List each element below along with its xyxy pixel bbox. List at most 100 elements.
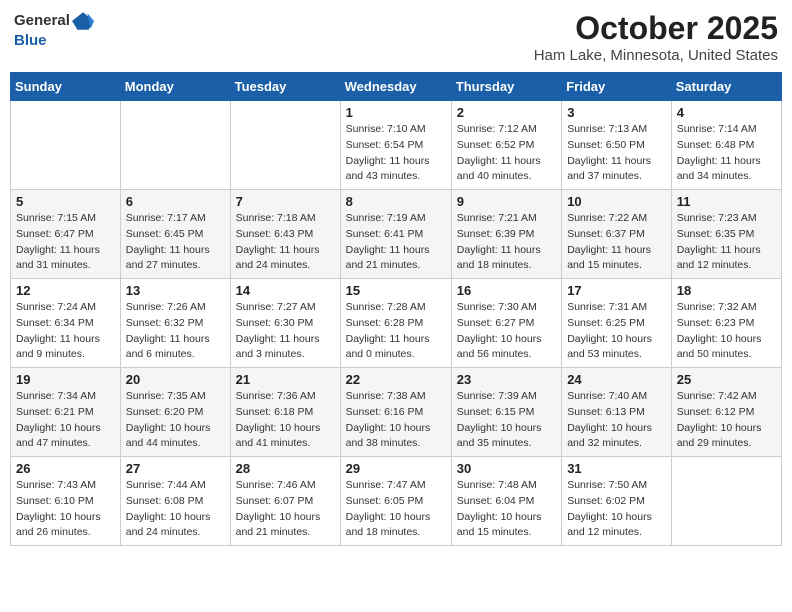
calendar-cell: 16Sunrise: 7:30 AMSunset: 6:27 PMDayligh… xyxy=(451,279,561,368)
calendar-week-row: 1 Sunrise: 7:10 AMSunset: 6:54 PMDaylight… xyxy=(11,101,782,190)
day-number: 21 xyxy=(236,372,335,387)
logo-block: General Blue xyxy=(14,10,94,50)
calendar-cell: 10 Sunrise: 7:22 AMSunset: 6:37 PMDayligh… xyxy=(562,190,672,279)
day-info: Sunrise: 7:40 AMSunset: 6:13 PMDaylight:… xyxy=(567,389,666,452)
calendar-subtitle: Ham Lake, Minnesota, United States xyxy=(534,47,778,64)
day-info: Sunrise: 7:22 AMSunset: 6:37 PMDaylight:… xyxy=(567,211,666,274)
day-number: 15 xyxy=(346,283,446,298)
day-info: Sunrise: 7:18 AMSunset: 6:43 PMDaylight:… xyxy=(236,211,335,274)
weekday-header-friday: Friday xyxy=(562,73,672,101)
day-info: Sunrise: 7:23 AMSunset: 6:35 PMDaylight:… xyxy=(677,211,776,274)
day-number: 24 xyxy=(567,372,666,387)
calendar-cell: 11 Sunrise: 7:23 AMSunset: 6:35 PMDayligh… xyxy=(671,190,781,279)
day-number: 31 xyxy=(567,461,666,476)
calendar-cell: 28 Sunrise: 7:46 AMSunset: 6:07 PMDayligh… xyxy=(230,457,340,546)
weekday-header-thursday: Thursday xyxy=(451,73,561,101)
day-number: 5 xyxy=(16,194,115,209)
calendar-cell xyxy=(120,101,230,190)
calendar-cell: 4 Sunrise: 7:14 AMSunset: 6:48 PMDaylight… xyxy=(671,101,781,190)
calendar-cell: 19 Sunrise: 7:34 AMSunset: 6:21 PMDayligh… xyxy=(11,368,121,457)
calendar-cell: 8Sunrise: 7:19 AMSunset: 6:41 PMDaylight… xyxy=(340,190,451,279)
calendar-cell: 14 Sunrise: 7:27 AMSunset: 6:30 PMDayligh… xyxy=(230,279,340,368)
calendar-title: October 2025 xyxy=(534,10,778,47)
day-info: Sunrise: 7:31 AMSunset: 6:25 PMDaylight:… xyxy=(567,300,666,363)
day-info: Sunrise: 7:34 AMSunset: 6:21 PMDaylight:… xyxy=(16,389,115,452)
day-info: Sunrise: 7:44 AMSunset: 6:08 PMDaylight:… xyxy=(126,478,225,541)
calendar-cell xyxy=(11,101,121,190)
day-info: Sunrise: 7:47 AMSunset: 6:05 PMDaylight:… xyxy=(346,478,446,541)
day-number: 28 xyxy=(236,461,335,476)
day-number: 1 xyxy=(346,105,446,120)
day-info: Sunrise: 7:50 AMSunset: 6:02 PMDaylight:… xyxy=(567,478,666,541)
day-info: Sunrise: 7:26 AMSunset: 6:32 PMDaylight:… xyxy=(126,300,225,363)
day-info: Sunrise: 7:21 AMSunset: 6:39 PMDaylight:… xyxy=(457,211,556,274)
day-info: Sunrise: 7:10 AMSunset: 6:54 PMDaylight:… xyxy=(346,122,446,185)
day-number: 11 xyxy=(677,194,776,209)
day-info: Sunrise: 7:27 AMSunset: 6:30 PMDaylight:… xyxy=(236,300,335,363)
day-number: 20 xyxy=(126,372,225,387)
day-number: 12 xyxy=(16,283,115,298)
calendar-cell: 5 Sunrise: 7:15 AMSunset: 6:47 PMDaylight… xyxy=(11,190,121,279)
day-info: Sunrise: 7:43 AMSunset: 6:10 PMDaylight:… xyxy=(16,478,115,541)
day-info: Sunrise: 7:35 AMSunset: 6:20 PMDaylight:… xyxy=(126,389,225,452)
calendar-cell: 29 Sunrise: 7:47 AMSunset: 6:05 PMDayligh… xyxy=(340,457,451,546)
weekday-header-monday: Monday xyxy=(120,73,230,101)
calendar-cell: 13 Sunrise: 7:26 AMSunset: 6:32 PMDayligh… xyxy=(120,279,230,368)
calendar-week-row: 19 Sunrise: 7:34 AMSunset: 6:21 PMDayligh… xyxy=(11,368,782,457)
day-info: Sunrise: 7:24 AMSunset: 6:34 PMDaylight:… xyxy=(16,300,115,363)
day-number: 13 xyxy=(126,283,225,298)
day-number: 10 xyxy=(567,194,666,209)
calendar-cell: 17 Sunrise: 7:31 AMSunset: 6:25 PMDayligh… xyxy=(562,279,672,368)
day-number: 4 xyxy=(677,105,776,120)
calendar-cell: 15 Sunrise: 7:28 AMSunset: 6:28 PMDayligh… xyxy=(340,279,451,368)
calendar-cell xyxy=(671,457,781,546)
calendar-cell: 31 Sunrise: 7:50 AMSunset: 6:02 PMDayligh… xyxy=(562,457,672,546)
day-number: 9 xyxy=(457,194,556,209)
logo-general: General xyxy=(14,12,70,29)
calendar-cell: 21 Sunrise: 7:36 AMSunset: 6:18 PMDayligh… xyxy=(230,368,340,457)
day-number: 14 xyxy=(236,283,335,298)
day-info: Sunrise: 7:48 AMSunset: 6:04 PMDaylight:… xyxy=(457,478,556,541)
day-number: 8 xyxy=(346,194,446,209)
day-number: 27 xyxy=(126,461,225,476)
calendar-cell: 18Sunrise: 7:32 AMSunset: 6:23 PMDayligh… xyxy=(671,279,781,368)
logo: General Blue xyxy=(14,10,94,50)
weekday-header-wednesday: Wednesday xyxy=(340,73,451,101)
page-header: General Blue October 2025 Ham Lake, Minn… xyxy=(10,10,782,64)
day-info: Sunrise: 7:38 AMSunset: 6:16 PMDaylight:… xyxy=(346,389,446,452)
day-info: Sunrise: 7:42 AMSunset: 6:12 PMDaylight:… xyxy=(677,389,776,452)
calendar-cell: 9 Sunrise: 7:21 AMSunset: 6:39 PMDaylight… xyxy=(451,190,561,279)
day-number: 19 xyxy=(16,372,115,387)
day-number: 25 xyxy=(677,372,776,387)
logo-blue-text: Blue xyxy=(14,32,94,50)
calendar-cell: 27 Sunrise: 7:44 AMSunset: 6:08 PMDayligh… xyxy=(120,457,230,546)
day-number: 29 xyxy=(346,461,446,476)
day-info: Sunrise: 7:39 AMSunset: 6:15 PMDaylight:… xyxy=(457,389,556,452)
day-info: Sunrise: 7:46 AMSunset: 6:07 PMDaylight:… xyxy=(236,478,335,541)
calendar-cell: 1 Sunrise: 7:10 AMSunset: 6:54 PMDaylight… xyxy=(340,101,451,190)
day-number: 2 xyxy=(457,105,556,120)
calendar-cell: 20 Sunrise: 7:35 AMSunset: 6:20 PMDayligh… xyxy=(120,368,230,457)
calendar-cell: 26 Sunrise: 7:43 AMSunset: 6:10 PMDayligh… xyxy=(11,457,121,546)
day-info: Sunrise: 7:28 AMSunset: 6:28 PMDaylight:… xyxy=(346,300,446,363)
day-number: 6 xyxy=(126,194,225,209)
day-number: 17 xyxy=(567,283,666,298)
day-info: Sunrise: 7:15 AMSunset: 6:47 PMDaylight:… xyxy=(16,211,115,274)
day-number: 16 xyxy=(457,283,556,298)
calendar-cell: 12 Sunrise: 7:24 AMSunset: 6:34 PMDayligh… xyxy=(11,279,121,368)
day-info: Sunrise: 7:36 AMSunset: 6:18 PMDaylight:… xyxy=(236,389,335,452)
day-info: Sunrise: 7:14 AMSunset: 6:48 PMDaylight:… xyxy=(677,122,776,185)
calendar-cell: 6Sunrise: 7:17 AMSunset: 6:45 PMDaylight… xyxy=(120,190,230,279)
logo-text: General xyxy=(14,10,94,32)
calendar-week-row: 26 Sunrise: 7:43 AMSunset: 6:10 PMDayligh… xyxy=(11,457,782,546)
day-info: Sunrise: 7:32 AMSunset: 6:23 PMDaylight:… xyxy=(677,300,776,363)
calendar-cell: 24 Sunrise: 7:40 AMSunset: 6:13 PMDayligh… xyxy=(562,368,672,457)
day-info: Sunrise: 7:12 AMSunset: 6:52 PMDaylight:… xyxy=(457,122,556,185)
title-block: October 2025 Ham Lake, Minnesota, United… xyxy=(534,10,778,64)
weekday-header-tuesday: Tuesday xyxy=(230,73,340,101)
day-number: 23 xyxy=(457,372,556,387)
day-number: 26 xyxy=(16,461,115,476)
day-number: 22 xyxy=(346,372,446,387)
calendar-cell: 30Sunrise: 7:48 AMSunset: 6:04 PMDayligh… xyxy=(451,457,561,546)
day-number: 7 xyxy=(236,194,335,209)
